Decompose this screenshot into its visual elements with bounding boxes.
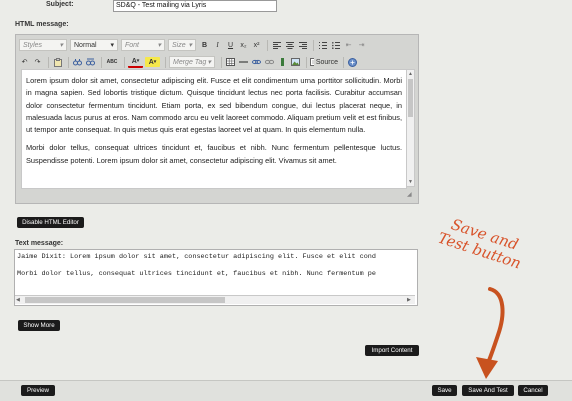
table-icon[interactable] — [225, 57, 236, 68]
paste-icon[interactable] — [52, 57, 63, 68]
scroll-right-icon[interactable]: ▶ — [407, 297, 411, 303]
bold-button[interactable]: B — [199, 40, 210, 51]
save-button[interactable]: Save — [432, 385, 457, 396]
scroll-left-icon[interactable]: ◀ — [16, 297, 20, 303]
editor-toolbar-row-1: Styles ▾ Normal ▾ Font ▾ Size ▾ B I U x₂ x² … — [19, 38, 369, 52]
align-right-icon[interactable] — [297, 40, 308, 51]
chevron-down-icon: ▾ — [157, 42, 161, 49]
content-paragraph: Lorem ipsum dolor sit amet, consectetur … — [26, 76, 402, 135]
cancel-button[interactable]: Cancel — [518, 385, 548, 396]
bulleted-list-icon[interactable] — [330, 40, 341, 51]
scrollbar-thumb[interactable] — [408, 79, 413, 117]
link-icon[interactable] — [251, 57, 262, 68]
horizontal-line-icon[interactable] — [238, 57, 249, 68]
format-dropdown[interactable]: Normal ▾ — [70, 39, 118, 51]
editor-toolbar-row-2: ↶ ↷ ABC A ▾ A ▾ Merge Tag ▾ Source — [19, 55, 360, 69]
show-more-button[interactable]: Show More — [18, 320, 60, 331]
numbered-list-icon[interactable] — [317, 40, 328, 51]
toolbar-separator — [221, 56, 222, 68]
toolbar-separator — [165, 56, 166, 68]
disable-html-editor-button[interactable]: Disable HTML Editor — [17, 217, 84, 228]
import-content-button[interactable]: Import Content — [365, 345, 419, 356]
horizontal-scrollbar[interactable]: ◀ ▶ — [15, 295, 415, 304]
background-color-button[interactable]: A ▾ — [145, 57, 160, 67]
annotation-arrow-icon — [476, 287, 505, 379]
indent-icon[interactable]: ⇥ — [356, 40, 367, 51]
toolbar-separator — [48, 56, 49, 68]
text-message-label: Text message: — [15, 240, 64, 247]
save-and-test-button[interactable]: Save And Test — [462, 385, 514, 396]
find-icon[interactable] — [72, 57, 83, 68]
styles-dropdown[interactable]: Styles ▾ — [19, 39, 67, 51]
align-left-icon[interactable] — [271, 40, 282, 51]
italic-button[interactable]: I — [212, 40, 223, 51]
subject-label: Subject: — [46, 1, 74, 8]
editor-vertical-scrollbar[interactable]: ▲ ▼ — [406, 69, 415, 187]
source-button[interactable]: Source — [310, 57, 338, 68]
image-icon[interactable] — [290, 57, 301, 68]
align-center-icon[interactable] — [284, 40, 295, 51]
text-message-line: Jaime Dixit: Lorem ipsum dolor sit amet,… — [17, 253, 376, 261]
unlink-icon[interactable] — [264, 57, 275, 68]
toolbar-separator — [343, 56, 344, 68]
toolbar-separator — [124, 56, 125, 68]
text-color-button[interactable]: A ▾ — [128, 57, 143, 68]
toolbar-separator — [267, 39, 268, 51]
superscript-button[interactable]: x² — [251, 40, 262, 51]
resize-handle-icon[interactable]: ◢ — [407, 191, 415, 199]
toolbar-separator — [313, 39, 314, 51]
replace-icon[interactable] — [85, 57, 96, 68]
html-message-label: HTML message: — [15, 21, 69, 28]
content-paragraph: Morbi dolor tellus, consequat ultrices t… — [26, 143, 402, 165]
underline-button[interactable]: U — [225, 40, 236, 51]
subject-input[interactable]: SD&Q - Test mailing via Lyris — [113, 0, 277, 12]
scrollbar-thumb[interactable] — [25, 297, 225, 303]
toolbar-separator — [306, 56, 307, 68]
chevron-down-icon: ▾ — [59, 42, 63, 49]
preview-button[interactable]: Preview — [21, 385, 55, 396]
chevron-down-icon: ▾ — [188, 42, 192, 49]
chevron-down-icon: ▾ — [110, 42, 114, 49]
html-editor: Styles ▾ Normal ▾ Font ▾ Size ▾ B I U x₂ x² … — [15, 34, 419, 204]
outdent-icon[interactable]: ⇤ — [343, 40, 354, 51]
editor-content-area[interactable]: Lorem ipsum dolor sit amet, consectetur … — [21, 69, 407, 189]
chevron-down-icon: ▾ — [207, 59, 211, 66]
merge-tag-dropdown[interactable]: Merge Tag ▾ — [169, 56, 215, 68]
font-dropdown[interactable]: Font ▾ — [121, 39, 165, 51]
scroll-down-icon[interactable]: ▼ — [408, 179, 413, 185]
anchor-icon[interactable] — [277, 57, 288, 68]
toolbar-separator — [68, 56, 69, 68]
subscript-button[interactable]: x₂ — [238, 40, 249, 51]
annotation-text: Save and Test button — [435, 215, 524, 273]
scroll-up-icon[interactable]: ▲ — [408, 71, 413, 77]
maximize-icon[interactable] — [347, 57, 358, 68]
text-message-line: Morbi dolor tellus, consequat ultrices t… — [17, 270, 376, 278]
size-dropdown[interactable]: Size ▾ — [168, 39, 196, 51]
redo-icon[interactable]: ↷ — [32, 57, 43, 68]
toolbar-separator — [101, 56, 102, 68]
spellcheck-button[interactable]: ABC — [105, 57, 119, 68]
text-message-textarea[interactable]: Jaime Dixit: Lorem ipsum dolor sit amet,… — [14, 249, 418, 306]
undo-icon[interactable]: ↶ — [19, 57, 30, 68]
